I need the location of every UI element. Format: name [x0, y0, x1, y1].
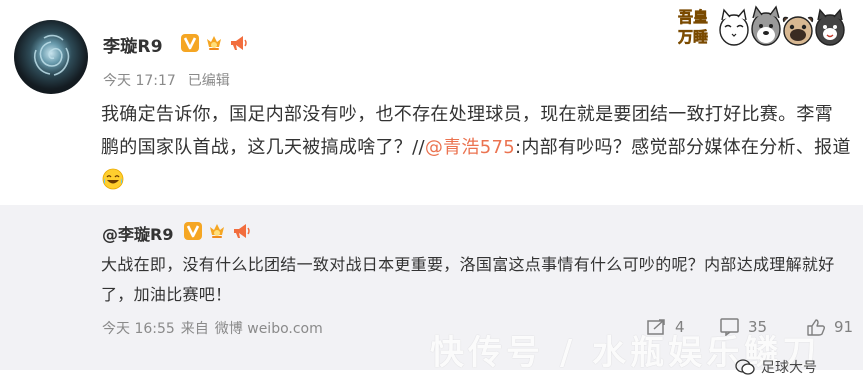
repost-username[interactable]: @李璇R9 [102, 221, 173, 245]
svg-text:吾皇: 吾皇 [678, 8, 708, 26]
avatar[interactable] [14, 20, 88, 94]
post-meta: 今天 17:17 已编辑 [103, 70, 230, 90]
cat-sticker-image: 吾皇 万睡 [678, 5, 845, 46]
like-count: 91 [834, 318, 854, 336]
fan-badge-icon[interactable] [207, 221, 227, 241]
weibo-post: 李璇R9 今天 17:17 已编辑 我确定告诉你，国足内部没有吵，也不存在处理球… [0, 0, 863, 376]
user-badges [180, 33, 248, 53]
post-text-after: :内部有吵吗？感觉部分媒体在分析、报道 [514, 137, 851, 158]
verified-v-icon[interactable] [183, 221, 203, 241]
mention-link[interactable]: @青浩575 [425, 137, 515, 158]
repost-block: @李璇R9 大战在即，没有什么比团结一致对战日本更重要，洛国富这点事情有什么可吵… [0, 205, 863, 376]
svg-text:万睡: 万睡 [678, 28, 708, 46]
post-body: 我确定告诉你，国足内部没有吵，也不存在处理球员，现在就是要团结一致打好比赛。李霄… [101, 98, 851, 197]
wechat-logo-icon [735, 359, 755, 375]
watermark-secondary: 足球大号 [735, 357, 817, 377]
post-username[interactable]: 李璇R9 [103, 32, 163, 57]
repost-text: 大战在即，没有什么比团结一致对战日本更重要，洛国富这点事情有什么可吵的呢？内部达… [101, 255, 835, 304]
megaphone-icon[interactable] [231, 221, 251, 241]
watermark-secondary-text: 足球大号 [761, 360, 817, 376]
verified-v-icon[interactable] [180, 33, 200, 53]
repost-user-badges [183, 221, 251, 241]
edited-label[interactable]: 已编辑 [188, 70, 230, 90]
post-timestamp[interactable]: 今天 17:17 [103, 70, 176, 90]
megaphone-icon[interactable] [228, 33, 248, 53]
laugh-cry-emoji-icon [102, 168, 124, 190]
fan-badge-icon[interactable] [204, 33, 224, 53]
